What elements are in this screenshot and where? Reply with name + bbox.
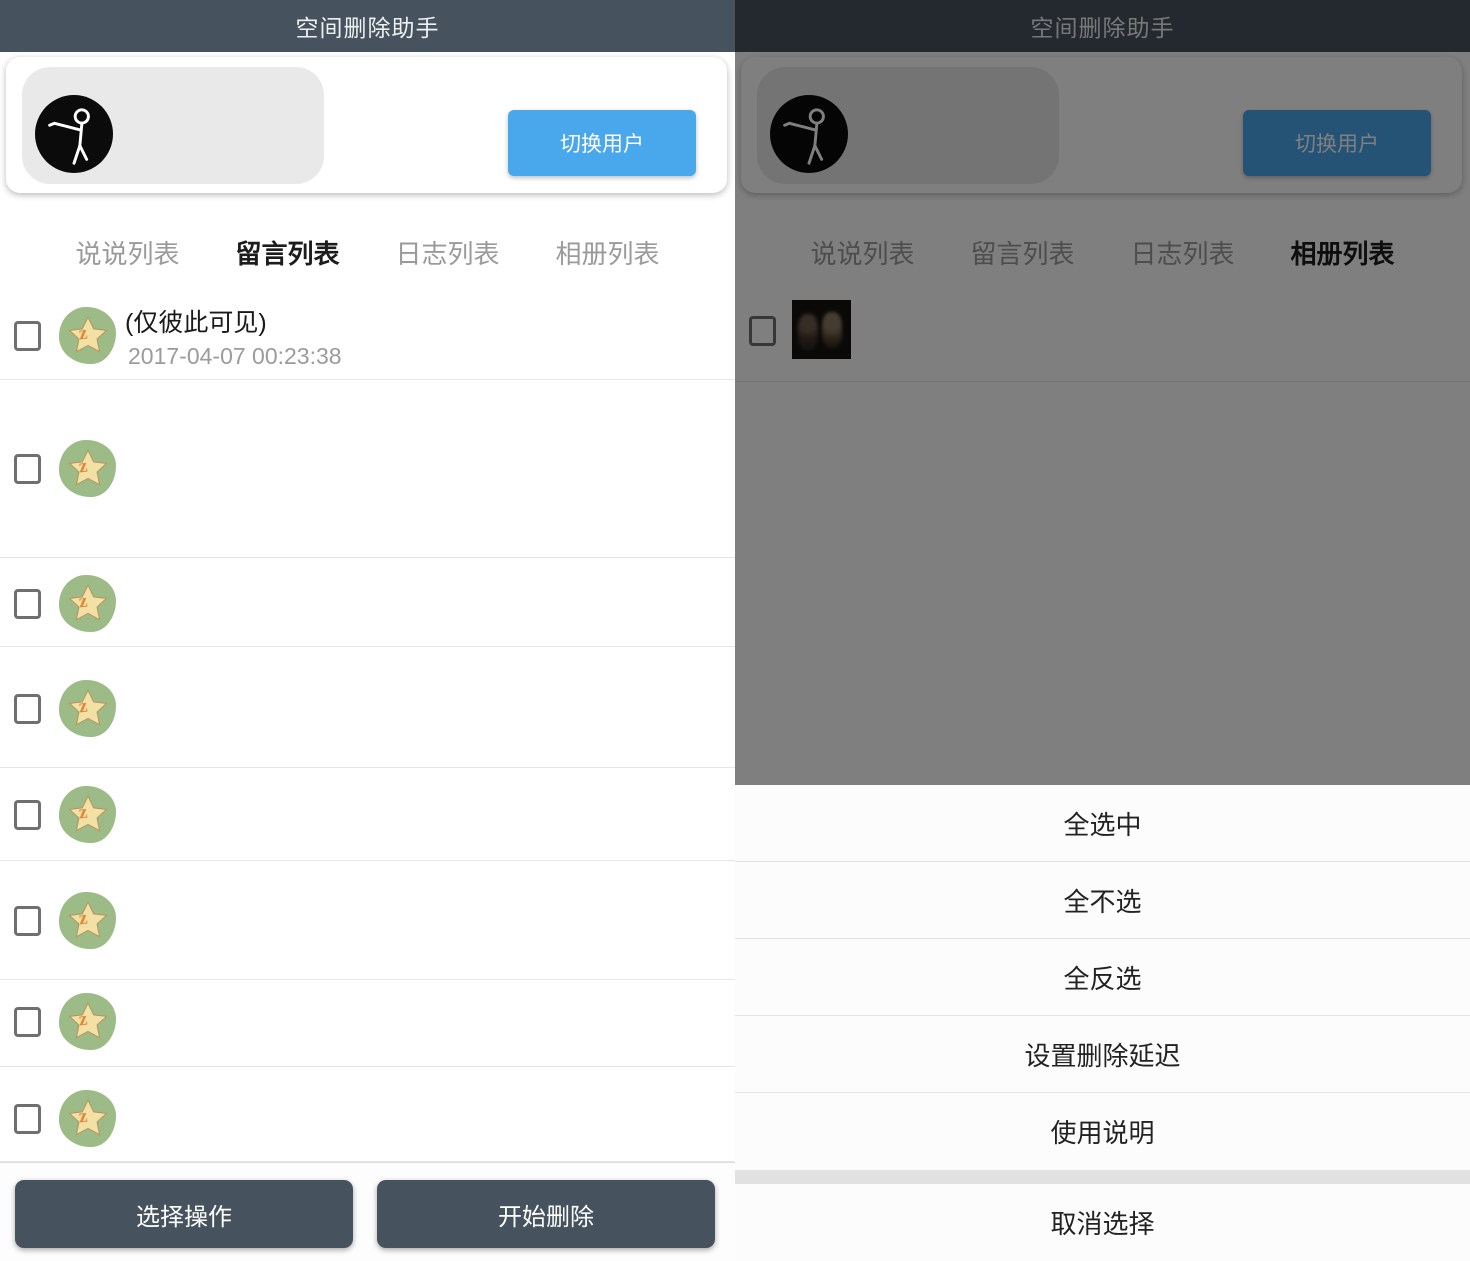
item-checkbox[interactable]	[14, 321, 41, 351]
star-badge-icon: z	[59, 892, 116, 949]
star-badge-icon: z	[59, 993, 116, 1050]
page-title: 空间删除助手	[296, 9, 440, 43]
item-checkbox[interactable]	[14, 589, 41, 619]
two-screen-composite: 空间删除助手 切换用户	[0, 0, 1470, 1261]
star-badge-icon: z	[59, 575, 116, 632]
tab-album-list[interactable]: 相册列表	[556, 234, 660, 271]
item-timestamp: 2017-04-07 00:23:38	[128, 343, 342, 370]
star-badge-icon: z	[59, 307, 116, 364]
select-operation-button[interactable]: 选择操作	[15, 1180, 353, 1248]
item-checkbox[interactable]	[14, 906, 41, 936]
bottom-action-bar: 选择操作 开始删除	[0, 1162, 735, 1261]
list-item[interactable]: z	[0, 1067, 735, 1162]
item-checkbox[interactable]	[14, 1104, 41, 1134]
screen-album-list-with-menu: 空间删除助手 切换用户	[735, 0, 1470, 1261]
list-item[interactable]: z	[0, 647, 735, 768]
star-badge-icon: z	[59, 440, 116, 497]
message-list: z (仅彼此可见) 2017-04-07 00:23:38 z z	[0, 286, 735, 1162]
screen-message-list: 空间删除助手 切换用户	[0, 0, 735, 1261]
star-badge-icon: z	[59, 680, 116, 737]
menu-item-cancel-selection[interactable]: 取消选择	[735, 1184, 1470, 1261]
item-checkbox[interactable]	[14, 454, 41, 484]
list-item[interactable]: z	[0, 768, 735, 861]
app-bar: 空间删除助手	[0, 0, 735, 52]
user-card: 切换用户	[6, 57, 727, 193]
menu-item-select-all[interactable]: 全选中	[735, 785, 1470, 862]
tab-bar: 说说列表 留言列表 日志列表 相册列表	[0, 218, 735, 286]
item-checkbox[interactable]	[14, 1007, 41, 1037]
list-item[interactable]: z	[0, 980, 735, 1067]
item-checkbox[interactable]	[14, 694, 41, 724]
selection-menu-sheet: 全选中 全不选 全反选 设置删除延迟 使用说明 取消选择	[735, 785, 1470, 1261]
tab-journal-list[interactable]: 日志列表	[396, 234, 500, 271]
avatar-figure-icon	[35, 95, 113, 173]
list-item[interactable]: z (仅彼此可见) 2017-04-07 00:23:38	[0, 286, 735, 380]
list-item[interactable]: z	[0, 380, 735, 558]
start-delete-button[interactable]: 开始删除	[377, 1180, 715, 1248]
tab-shuoshuo-list[interactable]: 说说列表	[75, 234, 179, 271]
item-checkbox[interactable]	[14, 800, 41, 830]
switch-user-button[interactable]: 切换用户	[508, 110, 696, 176]
star-badge-icon: z	[59, 786, 116, 843]
menu-group-separator	[735, 1170, 1470, 1184]
item-title: (仅彼此可见)	[125, 303, 267, 339]
star-badge-icon: z	[59, 1090, 116, 1147]
user-info-pill	[22, 67, 324, 184]
tab-message-list[interactable]: 留言列表	[235, 234, 339, 271]
user-avatar	[35, 95, 113, 173]
menu-item-set-delete-delay[interactable]: 设置删除延迟	[735, 1016, 1470, 1093]
list-item[interactable]: z	[0, 558, 735, 647]
list-item[interactable]: z	[0, 861, 735, 980]
menu-item-invert-selection[interactable]: 全反选	[735, 939, 1470, 1016]
menu-item-usage-help[interactable]: 使用说明	[735, 1093, 1470, 1170]
menu-item-select-none[interactable]: 全不选	[735, 862, 1470, 939]
